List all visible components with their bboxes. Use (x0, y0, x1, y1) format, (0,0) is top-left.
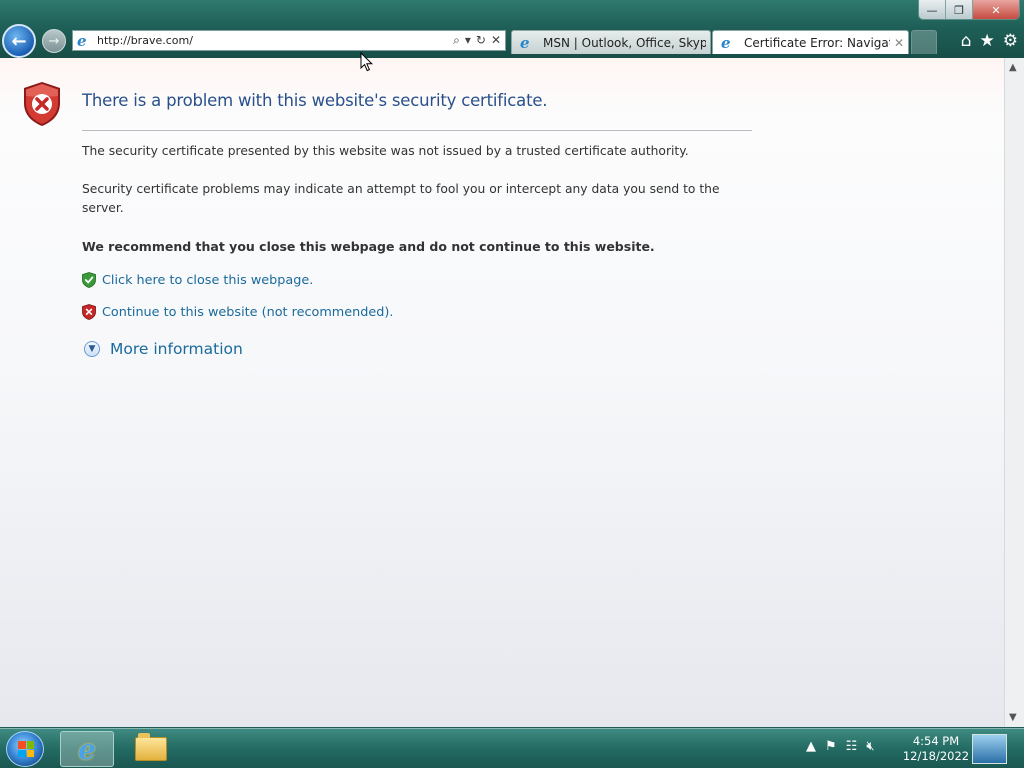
new-tab-button[interactable] (911, 30, 937, 54)
search-icon[interactable]: ⌕ (453, 33, 460, 48)
show-desktop-button[interactable] (972, 734, 1007, 764)
close-window-button[interactable]: ✕ (973, 0, 1019, 19)
stop-icon[interactable]: ✕ (491, 33, 501, 48)
command-icons: ⌂ ★ ⚙ (961, 31, 1018, 51)
volume-muted-icon[interactable]: 🔇︎ (866, 739, 874, 754)
restore-button[interactable]: ❐ (946, 0, 973, 19)
network-icon[interactable]: ☷ (846, 739, 858, 754)
windows-logo-icon (18, 741, 34, 757)
taskbar-internet-explorer[interactable]: e (60, 731, 114, 767)
arrow-left-icon: ← (11, 30, 27, 52)
favorites-star-icon[interactable]: ★ (980, 31, 995, 51)
mouse-cursor-icon (360, 52, 374, 72)
folder-icon (135, 733, 167, 761)
system-clock[interactable]: 4:54 PM 12/18/2022 (898, 734, 974, 764)
address-url[interactable]: http://brave.com/ (97, 34, 453, 47)
divider (82, 130, 752, 131)
address-bar[interactable]: e http://brave.com/ ⌕ ▾ ↻ ✕ (72, 30, 506, 51)
warning-text: Security certificate problems may indica… (82, 182, 720, 215)
tab-msn[interactable]: e MSN | Outlook, Office, Skype, ... (511, 30, 711, 54)
ie-tab-icon: e (520, 33, 530, 52)
taskbar: e ▲ ⚑ ☷ 🔇︎ 4:54 PM 12/18/2022 (0, 728, 1024, 768)
green-shield-check-icon (82, 272, 96, 288)
action-center-flag-icon[interactable]: ⚑ (825, 739, 837, 754)
continue-website-link[interactable]: Continue to this website (not recommende… (102, 305, 393, 320)
minimize-button[interactable]: — (919, 0, 946, 19)
address-tools: ⌕ ▾ ↻ ✕ (453, 33, 505, 48)
red-shield-x-icon (82, 304, 96, 320)
internet-explorer-icon: e (78, 732, 96, 766)
dropdown-icon[interactable]: ▾ (465, 33, 471, 48)
back-button[interactable]: ← (2, 24, 36, 58)
forward-button[interactable]: → (42, 29, 66, 53)
taskbar-file-explorer[interactable] (124, 731, 178, 767)
page-content: There is a problem with this website's s… (0, 58, 1004, 727)
close-webpage-link[interactable]: Click here to close this webpage. (102, 273, 313, 288)
recommendation-text: We recommend that you close this webpage… (82, 239, 655, 254)
close-webpage-row: Click here to close this webpage. (82, 272, 313, 288)
expand-chevron-icon[interactable]: ▼ (84, 341, 100, 357)
home-icon[interactable]: ⌂ (961, 31, 972, 51)
ie-page-icon: e (77, 31, 87, 50)
show-hidden-icons-icon[interactable]: ▲ (806, 739, 816, 754)
gear-icon[interactable]: ⚙ (1003, 31, 1018, 51)
more-information-link[interactable]: More information (110, 340, 243, 358)
more-information-row[interactable]: ▼ More information (84, 340, 243, 358)
clock-date: 12/18/2022 (902, 749, 970, 763)
arrow-right-icon: → (48, 33, 60, 49)
certificate-issue-text: The security certificate presented by th… (82, 144, 689, 158)
browser-chrome: — ❐ ✕ ← → e http://brave.com/ ⌕ ▾ ↻ ✕ e … (0, 0, 1024, 58)
close-tab-icon[interactable]: ✕ (894, 36, 904, 50)
vertical-scrollbar[interactable]: ▲ ▼ (1004, 58, 1024, 727)
system-tray: ▲ ⚑ ☷ 🔇︎ (806, 739, 875, 754)
scroll-up-icon[interactable]: ▲ (1009, 62, 1017, 73)
start-button[interactable] (6, 731, 44, 767)
continue-website-row: Continue to this website (not recommende… (82, 304, 393, 320)
window-controls: — ❐ ✕ (918, 0, 1020, 20)
ie-tab-icon: e (721, 33, 731, 52)
refresh-icon[interactable]: ↻ (476, 33, 486, 48)
clock-time: 4:54 PM (912, 734, 960, 748)
tab-certificate-error[interactable]: e Certificate Error: Navigation... ✕ (712, 30, 909, 54)
tab-label: MSN | Outlook, Office, Skype, ... (543, 35, 706, 50)
tab-label: Certificate Error: Navigation... (744, 35, 890, 50)
page-title: There is a problem with this website's s… (82, 91, 548, 110)
error-shield-icon (24, 82, 60, 126)
scroll-down-icon[interactable]: ▼ (1009, 712, 1017, 723)
